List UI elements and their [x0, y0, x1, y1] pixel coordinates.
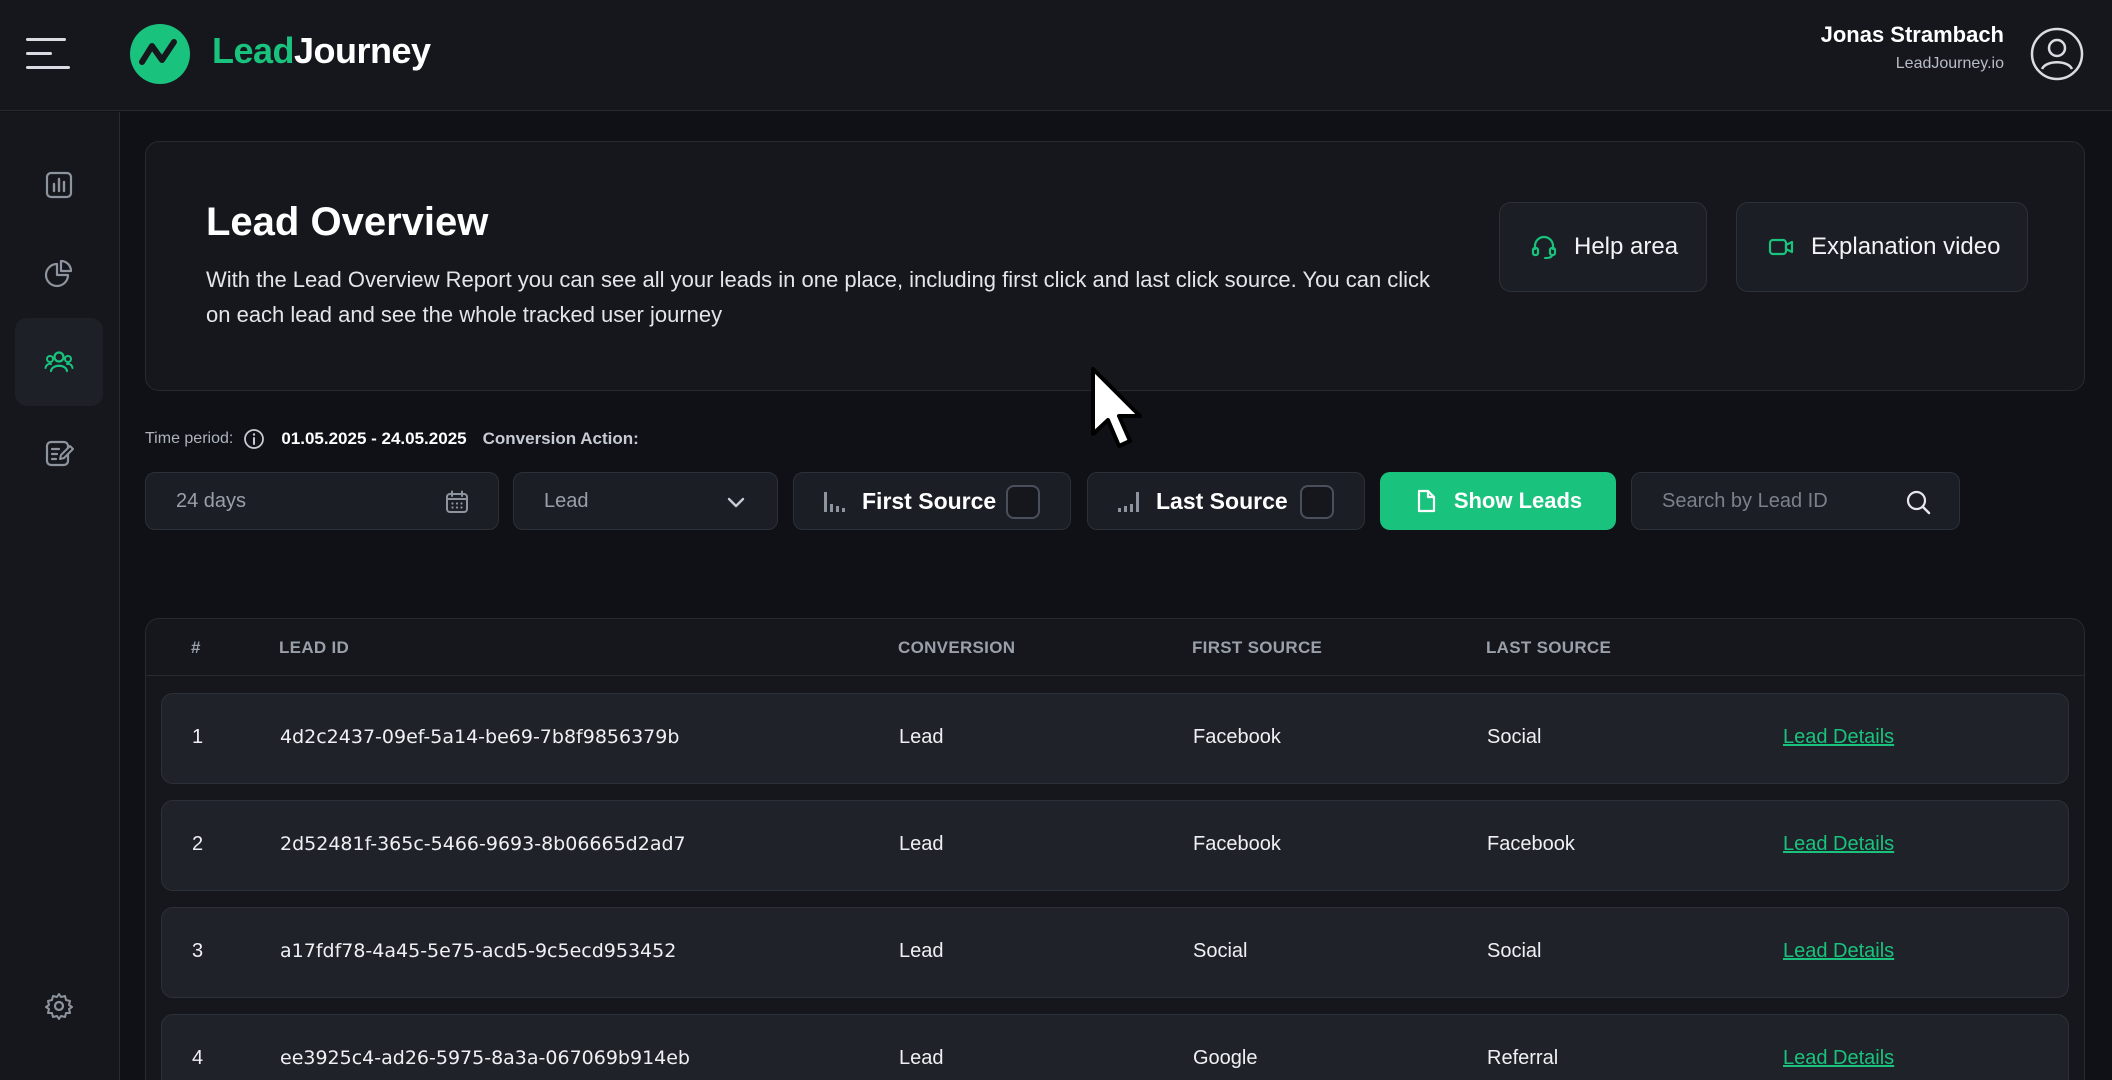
- last-source-checkbox[interactable]: [1300, 485, 1334, 519]
- bar-chart-icon: [45, 171, 73, 199]
- show-leads-button[interactable]: Show Leads: [1380, 472, 1616, 530]
- row-conversion: Lead: [899, 833, 944, 855]
- top-bar: LeadJourney Jonas Strambach LeadJourney.…: [0, 0, 2112, 111]
- row-conversion: Lead: [899, 940, 944, 962]
- date-range: 01.05.2025 - 24.05.2025: [281, 429, 467, 448]
- table-row[interactable]: 2 2d52481f-365c-5466-9693-8b06665d2ad7 L…: [161, 800, 2069, 891]
- row-first-source: Social: [1193, 940, 1248, 962]
- chevron-down-icon: [727, 497, 745, 508]
- conversion-select[interactable]: Lead: [513, 472, 778, 530]
- first-source-toggle[interactable]: First Source: [793, 472, 1071, 530]
- last-source-label: Last Source: [1156, 487, 1288, 514]
- page-description: With the Lead Overview Report you can se…: [206, 267, 1431, 327]
- calendar-icon: [446, 490, 468, 513]
- column-header-lead-id: LEAD ID: [279, 638, 350, 657]
- row-number: 3: [192, 940, 204, 962]
- search-field[interactable]: [1631, 472, 1960, 530]
- row-number: 4: [192, 1047, 204, 1069]
- sidebar-item-analytics[interactable]: [15, 229, 103, 317]
- gear-icon: [45, 993, 73, 1020]
- avatar-icon[interactable]: [2030, 27, 2084, 81]
- sidebar-item-reports[interactable]: [15, 141, 103, 229]
- header-card: Lead Overview With the Lead Overview Rep…: [145, 141, 2085, 391]
- conversion-select-value: Lead: [544, 489, 589, 512]
- explanation-video-label: Explanation video: [1811, 233, 2001, 260]
- users-icon: [44, 351, 74, 373]
- date-picker-value: 24 days: [176, 489, 247, 512]
- time-period-row: Time period: 01.05.2025 - 24.05.2025 Con…: [145, 424, 639, 454]
- first-source-checkbox[interactable]: [1006, 485, 1040, 519]
- sidebar-nav: [0, 112, 120, 1080]
- row-first-source: Facebook: [1193, 726, 1281, 748]
- row-last-source: Referral: [1487, 1047, 1559, 1069]
- lead-details-link[interactable]: Lead Details: [1783, 726, 1894, 749]
- sidebar-item-settings[interactable]: [15, 962, 103, 1050]
- row-number: 1: [192, 726, 204, 748]
- search-icon[interactable]: [1905, 489, 1931, 515]
- row-last-source: Social: [1487, 940, 1542, 962]
- column-header-number: #: [191, 638, 201, 657]
- document-icon: [1417, 489, 1435, 513]
- page-title: Lead Overview: [206, 200, 489, 244]
- signal-bars-icon: [1118, 492, 1139, 512]
- table-row[interactable]: 3 a17fdf78-4a45-5e75-acd5-9c5ecd953452 L…: [161, 907, 2069, 998]
- table-row[interactable]: 1 4d2c2437-09ef-5a14-be69-7b8f9856379b L…: [161, 693, 2069, 784]
- time-period-label: Time period:: [145, 430, 234, 447]
- headset-icon: [1531, 235, 1557, 259]
- row-lead-id: 2d52481f-365c-5466-9693-8b06665d2ad7: [280, 833, 686, 855]
- row-conversion: Lead: [899, 726, 944, 748]
- last-source-toggle[interactable]: Last Source: [1087, 472, 1365, 530]
- table-header: # LEAD ID CONVERSION FIRST SOURCE LAST S…: [146, 619, 2084, 676]
- row-last-source: Social: [1487, 726, 1542, 748]
- column-header-last-source: LAST SOURCE: [1486, 638, 1612, 657]
- row-first-source: Google: [1193, 1047, 1258, 1069]
- help-area-button[interactable]: Help area: [1499, 202, 1707, 292]
- video-camera-icon: [1768, 238, 1794, 256]
- lead-details-link[interactable]: Lead Details: [1783, 1047, 1894, 1070]
- menu-toggle-icon[interactable]: [26, 34, 74, 74]
- pie-chart-icon: [44, 259, 73, 288]
- show-leads-label: Show Leads: [1453, 488, 1583, 513]
- row-lead-id: a17fdf78-4a45-5e75-acd5-9c5ecd953452: [280, 940, 677, 962]
- logo-icon: [130, 24, 190, 84]
- row-conversion: Lead: [899, 1047, 944, 1069]
- search-input[interactable]: [1662, 489, 1902, 513]
- help-area-label: Help area: [1574, 233, 1679, 260]
- user-name: Jonas Strambach: [1820, 22, 2004, 47]
- logo-text: LeadJourney: [212, 30, 431, 71]
- column-header-conversion: CONVERSION: [898, 638, 1016, 657]
- user-org: LeadJourney.io: [1895, 55, 2004, 72]
- conversion-action-label: Conversion Action:: [482, 429, 639, 448]
- date-picker[interactable]: 24 days: [145, 472, 499, 530]
- first-source-label: First Source: [862, 487, 997, 514]
- leads-table: # LEAD ID CONVERSION FIRST SOURCE LAST S…: [145, 618, 2085, 1080]
- row-first-source: Facebook: [1193, 833, 1281, 855]
- signal-bars-icon: [824, 492, 845, 512]
- row-lead-id: 4d2c2437-09ef-5a14-be69-7b8f9856379b: [280, 726, 680, 748]
- row-last-source: Facebook: [1487, 833, 1575, 855]
- explanation-video-button[interactable]: Explanation video: [1736, 202, 2028, 292]
- sidebar-item-leads[interactable]: [15, 318, 103, 406]
- row-lead-id: ee3925c4-ad26-5975-8a3a-067069b914eb: [280, 1047, 690, 1069]
- info-icon[interactable]: [243, 428, 265, 450]
- column-header-first-source: FIRST SOURCE: [1192, 638, 1323, 657]
- lead-details-link[interactable]: Lead Details: [1783, 833, 1894, 856]
- lead-details-link[interactable]: Lead Details: [1783, 940, 1894, 963]
- sidebar-item-notes[interactable]: [15, 409, 103, 497]
- row-number: 2: [192, 833, 204, 855]
- table-row[interactable]: 4 ee3925c4-ad26-5975-8a3a-067069b914eb L…: [161, 1014, 2069, 1080]
- edit-document-icon: [45, 440, 74, 467]
